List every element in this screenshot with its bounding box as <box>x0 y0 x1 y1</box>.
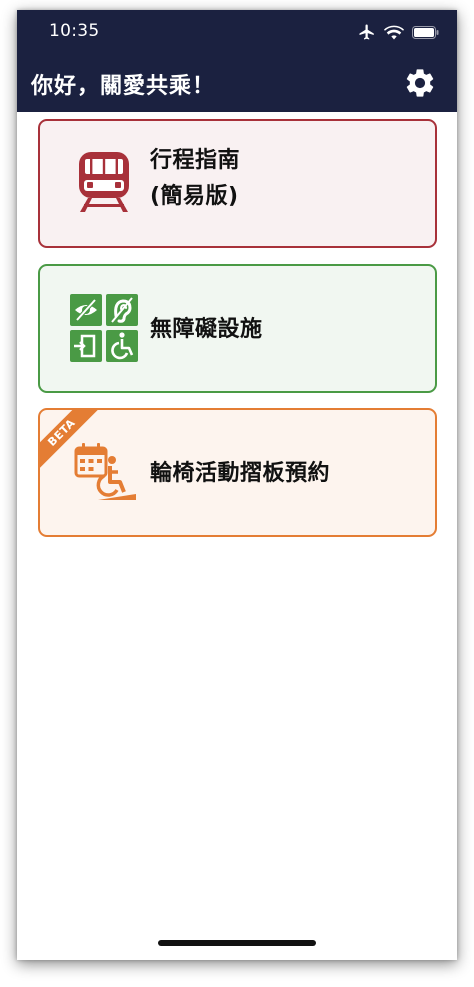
airplane-icon <box>359 24 374 40</box>
page-title: 你好，關愛共乘！ <box>31 74 216 99</box>
phone-screen: 10:35 你好，關愛共乘！ 行程指南 (簡易版) 無障礙設施 BETA 輪椅活… <box>17 10 457 960</box>
train-icon <box>79 152 129 212</box>
status-time: 10:35 <box>49 21 100 41</box>
accessibility-facilities-label: 無障礙設施 <box>150 312 263 348</box>
wheelchair-ramp-booking-card[interactable]: BETA 輪椅活動摺板預約 <box>38 408 437 537</box>
wheelchair-ramp-booking-title: 輪椅活動摺板預約 <box>150 461 331 486</box>
journey-planner-label: 行程指南 (簡易版) <box>150 143 240 215</box>
wheelchair-calendar-icon <box>74 443 136 500</box>
journey-planner-title: 行程指南 <box>150 148 241 173</box>
status-icons <box>358 22 439 42</box>
wheelchair-ramp-booking-label: 輪椅活動摺板預約 <box>150 456 330 492</box>
wifi-icon <box>384 25 404 40</box>
home-indicator[interactable] <box>158 940 316 946</box>
app-header: 你好，關愛共乘！ <box>17 54 457 112</box>
accessibility-facilities-card[interactable]: 無障礙設施 <box>38 264 437 393</box>
battery-icon <box>412 25 439 39</box>
journey-planner-card[interactable]: 行程指南 (簡易版) <box>38 119 437 248</box>
accessibility-icons <box>70 294 138 362</box>
accessibility-facilities-title: 無障礙設施 <box>150 317 263 342</box>
status-bar: 10:35 <box>17 10 457 54</box>
screenshot-frame: 10:35 你好，關愛共乘！ 行程指南 (簡易版) 無障礙設施 BETA 輪椅活… <box>0 0 474 987</box>
journey-planner-subtitle: (簡易版) <box>150 184 239 209</box>
gear-icon[interactable] <box>403 66 437 100</box>
